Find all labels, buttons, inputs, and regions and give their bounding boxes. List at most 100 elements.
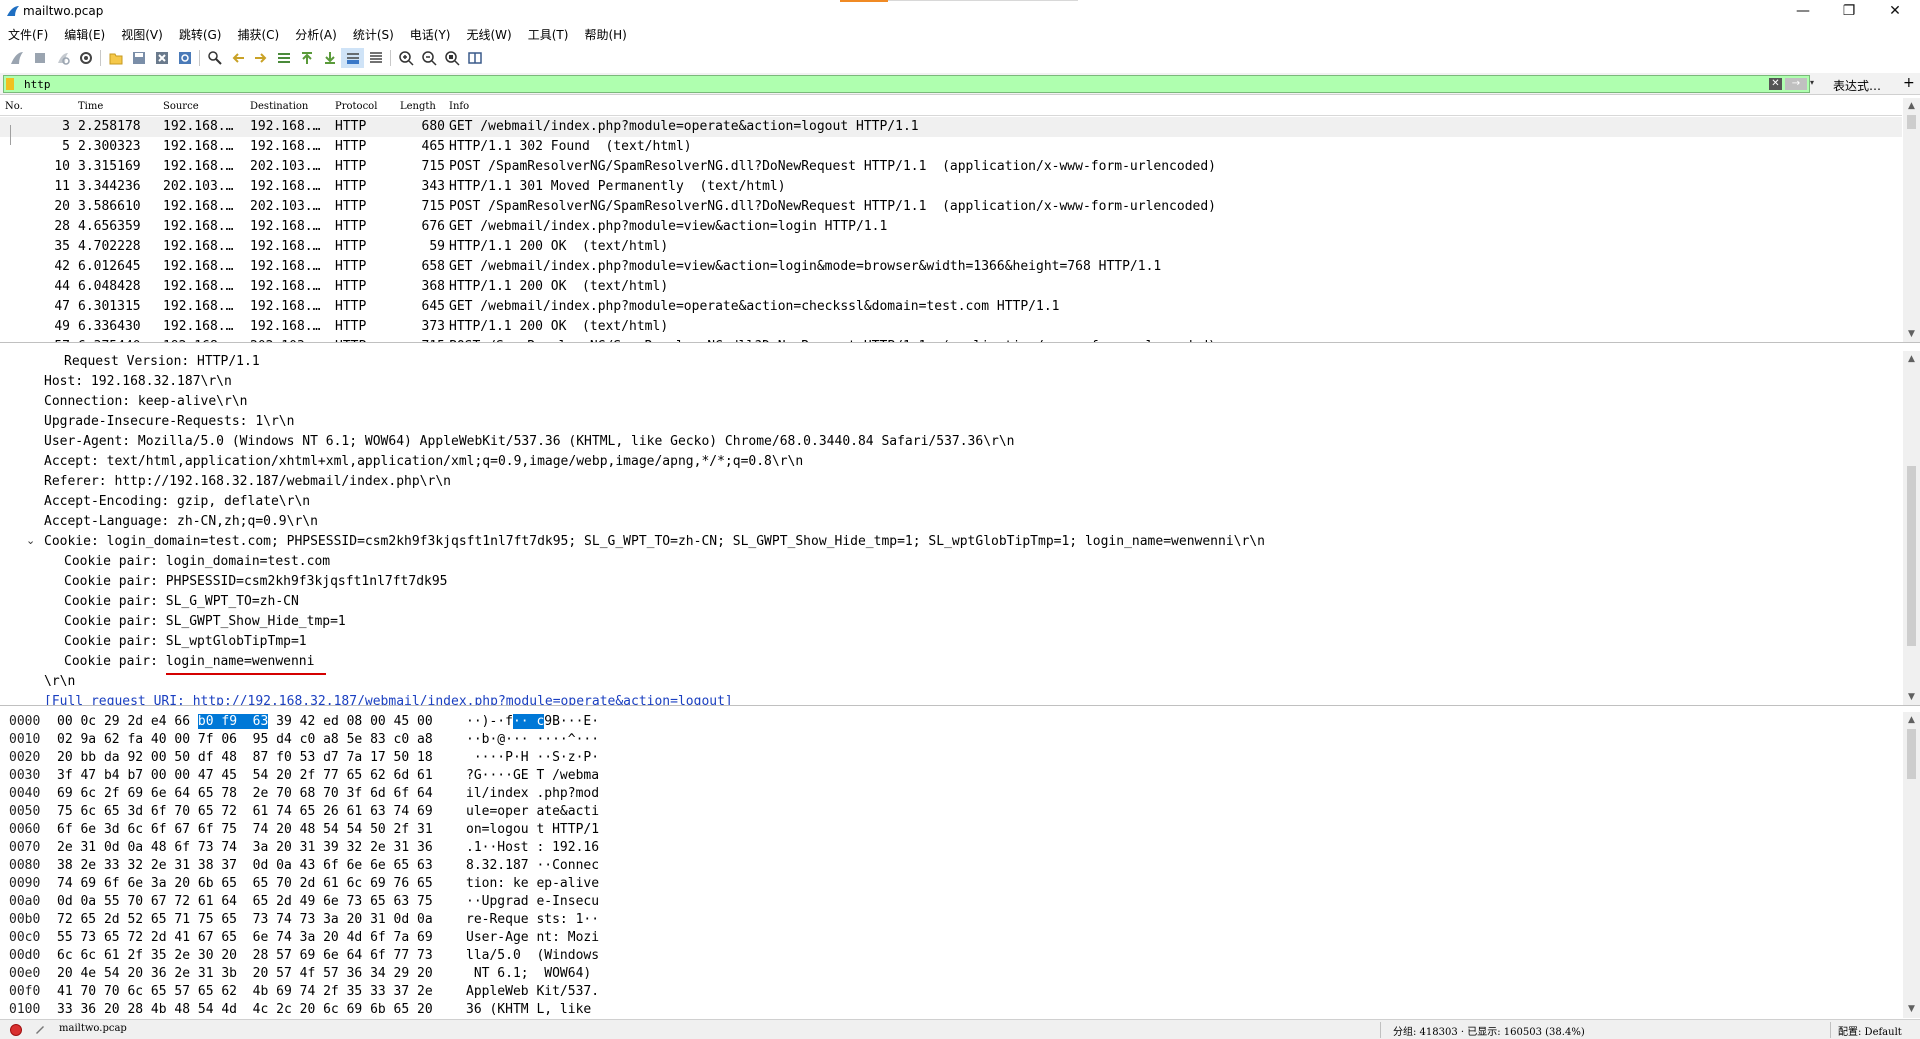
add-filter-button[interactable]: + <box>1903 75 1915 91</box>
expert-info-icon[interactable] <box>10 1024 22 1036</box>
byte-hex[interactable]: 6f 6e 3d 6c 6f 67 6f 75 74 20 48 54 54 5… <box>57 822 433 837</box>
colorize-button[interactable] <box>364 48 387 68</box>
detail-tree-node[interactable]: Accept-Language: zh-CN,zh;q=0.9\r\n <box>44 514 318 534</box>
byte-ascii[interactable]: ····P·H ··S·z·P· <box>466 750 599 765</box>
byte-ascii[interactable]: ··b·@··· ····^··· <box>466 732 599 747</box>
edit-comment-icon[interactable] <box>34 1023 46 1035</box>
byte-ascii[interactable]: 8.32.187 ··Connec <box>466 858 599 873</box>
column-protocol[interactable]: Protocol <box>335 101 377 112</box>
reload-file-button[interactable] <box>173 48 196 68</box>
byte-hex[interactable]: 2e 31 0d 0a 48 6f 73 74 3a 20 31 39 32 2… <box>57 840 433 855</box>
packet-row[interactable]: 47 6.301315 192.168.… 192.168.… HTTP 645 GET /… <box>0 297 1902 317</box>
byte-hex[interactable]: 55 73 65 72 2d 41 67 65 6e 74 3a 20 4d 6… <box>57 930 433 945</box>
close-file-button[interactable] <box>150 48 173 68</box>
bytes-scrollbar[interactable]: ▲ ▼ <box>1903 712 1920 1018</box>
byte-hex[interactable]: 00 0c 29 2d e4 66 b0 f9 63 39 42 ed 08 0… <box>57 714 433 729</box>
detail-tree-node[interactable]: \r\n <box>44 674 75 694</box>
detail-tree-node[interactable]: Upgrade-Insecure-Requests: 1\r\n <box>44 414 294 434</box>
autoscroll-button[interactable] <box>341 48 364 68</box>
menu-capture[interactable]: 捕获(C) <box>237 26 279 43</box>
scroll-down-arrow-icon[interactable]: ▼ <box>1903 326 1920 342</box>
byte-hex[interactable]: 20 4e 54 20 36 2e 31 3b 20 57 4f 57 36 3… <box>57 966 433 981</box>
packet-row[interactable]: 11 3.344236 202.103.… 192.168.… HTTP 343 HTTP/… <box>0 177 1902 197</box>
packet-row[interactable]: 20 3.586610 192.168.… 202.103.… HTTP 715 POST … <box>0 197 1902 217</box>
menu-go[interactable]: 跳转(G) <box>179 26 222 43</box>
menu-file[interactable]: 文件(F) <box>8 26 48 43</box>
filter-history-dropdown[interactable]: ▾ <box>1810 78 1820 92</box>
packet-row[interactable]: 42 6.012645 192.168.… 192.168.… HTTP 658 GET /… <box>0 257 1902 277</box>
scroll-down-arrow-icon[interactable]: ▼ <box>1903 689 1920 705</box>
packet-row[interactable]: 3 2.258178 192.168.… 192.168.… HTTP 680 GET /w… <box>0 117 1902 137</box>
scroll-thumb[interactable] <box>1907 115 1916 129</box>
detail-tree-node[interactable]: Connection: keep-alive\r\n <box>44 394 248 414</box>
scroll-up-arrow-icon[interactable]: ▲ <box>1903 351 1920 368</box>
byte-ascii[interactable]: AppleWeb Kit/537. <box>466 984 599 999</box>
cookie-header-node[interactable]: Cookie: login_domain=test.com; PHPSESSID… <box>44 534 1265 554</box>
byte-hex[interactable]: 33 36 20 28 4b 48 54 4d 4c 2c 20 6c 69 6… <box>57 1002 433 1017</box>
byte-hex[interactable]: 0d 0a 55 70 67 72 61 64 65 2d 49 6e 73 6… <box>57 894 433 909</box>
menu-telephony[interactable]: 电话(Y) <box>410 26 451 43</box>
resize-columns-button[interactable] <box>463 48 486 68</box>
byte-ascii[interactable]: .1··Host : 192.16 <box>466 840 599 855</box>
menu-statistics[interactable]: 统计(S) <box>353 26 394 43</box>
first-packet-button[interactable] <box>295 48 318 68</box>
byte-hex[interactable]: 41 70 70 6c 65 57 65 62 4b 69 74 2f 35 3… <box>57 984 433 999</box>
go-back-button[interactable] <box>226 48 249 68</box>
cookie-pair-node[interactable]: Cookie pair: SL_G_WPT_TO=zh-CN <box>64 594 299 614</box>
detail-tree-node[interactable]: Request Version: HTTP/1.1 <box>64 354 260 374</box>
detail-tree-node[interactable]: Referer: http://192.168.32.187/webmail/i… <box>44 474 451 494</box>
menu-view[interactable]: 视图(V) <box>121 26 163 43</box>
byte-hex[interactable]: 02 9a 62 fa 40 00 7f 06 95 d4 c0 a8 5e 8… <box>57 732 433 747</box>
packet-row[interactable]: 49 6.336430 192.168.… 192.168.… HTTP 373 HTTP/… <box>0 317 1902 337</box>
column-destination[interactable]: Destination <box>250 101 308 112</box>
packet-row[interactable]: 57 6.375440 192.168.… 202.103.… HTTP 715 POST … <box>0 337 1902 342</box>
byte-hex[interactable]: 3f 47 b4 b7 00 00 47 45 54 20 2f 77 65 6… <box>57 768 433 783</box>
menu-edit[interactable]: 编辑(E) <box>64 26 105 43</box>
stop-capture-button[interactable] <box>28 48 51 68</box>
byte-hex[interactable]: 74 69 6f 6e 3a 20 6b 65 65 70 2d 61 6c 6… <box>57 876 433 891</box>
close-window-button[interactable]: ✕ <box>1872 0 1918 22</box>
apply-filter-button[interactable]: → <box>1785 78 1807 90</box>
menu-wireless[interactable]: 无线(W) <box>467 26 512 43</box>
details-scrollbar[interactable]: ▲ ▼ <box>1903 351 1920 705</box>
last-packet-button[interactable] <box>318 48 341 68</box>
byte-ascii[interactable]: re-Reque sts: 1·· <box>466 912 599 927</box>
detail-tree-node[interactable]: Accept-Encoding: gzip, deflate\r\n <box>44 494 310 514</box>
menu-analyze[interactable]: 分析(A) <box>295 26 337 43</box>
save-file-button[interactable] <box>127 48 150 68</box>
byte-ascii[interactable]: ?G····GE T /webma <box>466 768 599 783</box>
find-packet-button[interactable] <box>203 48 226 68</box>
expression-button[interactable]: 表达式… <box>1833 77 1881 94</box>
scroll-thumb[interactable] <box>1907 729 1916 779</box>
cookie-pair-node[interactable]: Cookie pair: login_domain=test.com <box>64 554 330 574</box>
minimize-button[interactable]: — <box>1780 0 1826 22</box>
display-filter-input[interactable] <box>24 76 1754 92</box>
cookie-pair-node[interactable]: Cookie pair: SL_GWPT_Show_Hide_tmp=1 <box>64 614 346 634</box>
byte-hex[interactable]: 20 bb da 92 00 50 df 48 87 f0 53 d7 7a 1… <box>57 750 433 765</box>
go-forward-button[interactable] <box>249 48 272 68</box>
detail-tree-node[interactable]: [Full request URI: http://192.168.32.187… <box>44 694 733 705</box>
byte-hex[interactable]: 38 2e 33 32 2e 31 38 37 0d 0a 43 6f 6e 6… <box>57 858 433 873</box>
collapse-arrow-icon[interactable]: ⌄ <box>26 534 35 547</box>
byte-hex[interactable]: 69 6c 2f 69 6e 64 65 78 2e 70 68 70 3f 6… <box>57 786 433 801</box>
start-capture-button[interactable] <box>5 48 28 68</box>
packet-row[interactable]: 35 4.702228 192.168.… 192.168.… HTTP 59 HTTP/1… <box>0 237 1902 257</box>
cookie-pair-node[interactable]: Cookie pair: login_name=wenwenni <box>64 654 314 674</box>
cookie-pair-node[interactable]: Cookie pair: SL_wptGlobTipTmp=1 <box>64 634 307 654</box>
byte-ascii[interactable]: lla/5.0 (Windows <box>466 948 599 963</box>
normal-size-button[interactable] <box>440 48 463 68</box>
go-to-packet-button[interactable] <box>272 48 295 68</box>
column-time[interactable]: Time <box>78 101 103 112</box>
byte-ascii[interactable]: tion: ke ep-alive <box>466 876 599 891</box>
menu-help[interactable]: 帮助(H) <box>584 26 626 43</box>
column-source[interactable]: Source <box>163 101 199 112</box>
menu-tools[interactable]: 工具(T) <box>528 26 569 43</box>
open-file-button[interactable] <box>104 48 127 68</box>
scroll-thumb[interactable] <box>1907 466 1916 646</box>
byte-ascii[interactable]: on=logou t HTTP/1 <box>466 822 599 837</box>
column-length[interactable]: Length <box>400 101 436 112</box>
byte-ascii[interactable]: ule=oper ate&acti <box>466 804 599 819</box>
detail-tree-node[interactable]: User-Agent: Mozilla/5.0 (Windows NT 6.1;… <box>44 434 1015 454</box>
byte-hex[interactable]: 6c 6c 61 2f 35 2e 30 20 28 57 69 6e 64 6… <box>57 948 433 963</box>
cookie-pair-node[interactable]: Cookie pair: PHPSESSID=csm2kh9f3kjqsft1n… <box>64 574 448 594</box>
